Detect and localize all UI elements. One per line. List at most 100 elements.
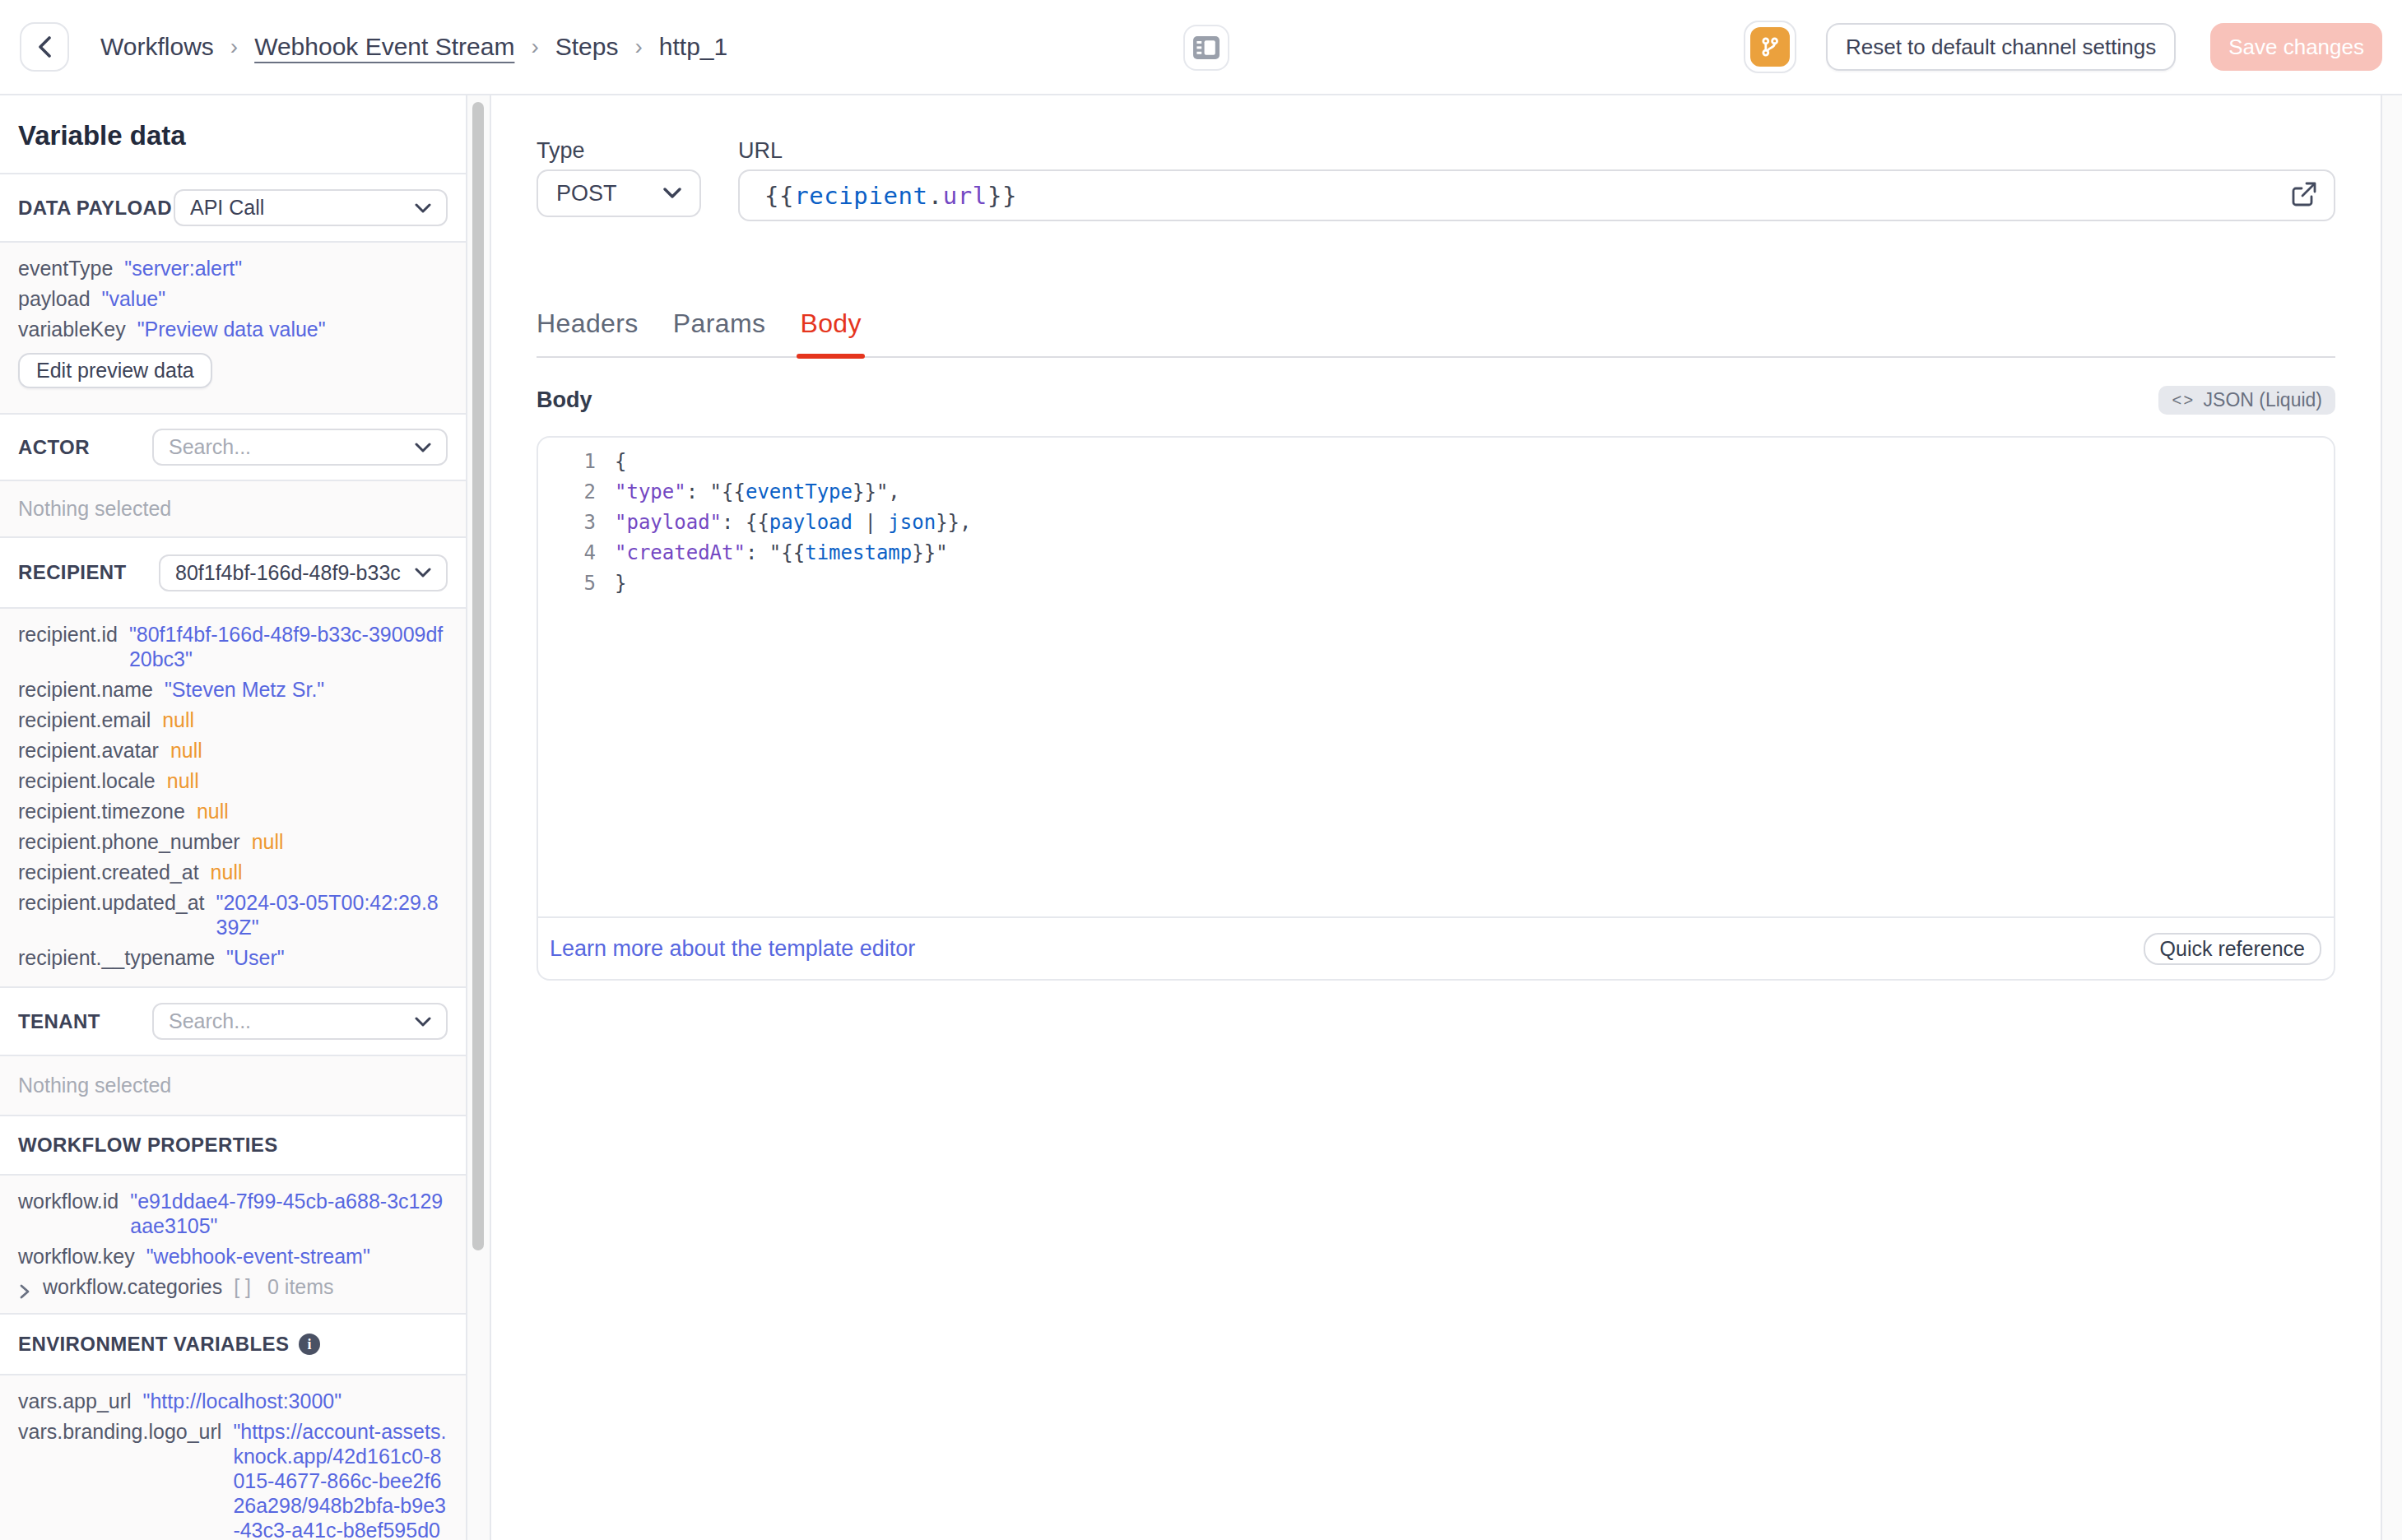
line-number: 5 [538, 568, 596, 599]
data-payload-select[interactable]: API Call [174, 189, 448, 226]
chevron-right-icon[interactable] [18, 1279, 31, 1304]
actor-empty-state: Nothing selected [0, 481, 466, 538]
kv-key: recipient.email [18, 707, 151, 732]
variable-data-sidebar: Variable data DATA PAYLOAD API Call even… [0, 95, 466, 1540]
back-button[interactable] [20, 22, 69, 72]
kv-value: "http://localhost:3000" [143, 1389, 342, 1413]
kv-row: recipient.localenull [18, 768, 448, 793]
url-label: URL [738, 138, 2335, 165]
reset-channel-settings-button[interactable]: Reset to default channel settings [1826, 23, 2176, 71]
kv-row: recipient.updated_at"2024-03-05T00:42:29… [18, 890, 448, 939]
code-icon: <> [2172, 391, 2195, 410]
workflow-values-section: workflow.id "e91ddae4-7f99-45cb-a688-3c12… [0, 1176, 466, 1315]
kv-value: null [197, 799, 229, 823]
kv-value: "value" [102, 286, 166, 311]
breadcrumb-workflows[interactable]: Workflows [100, 33, 214, 61]
type-field: Type POST [537, 138, 701, 221]
kv-value: null [162, 707, 194, 732]
code-line: 2"type": "{{eventType}}", [538, 477, 2334, 508]
tenant-label: TENANT [18, 1010, 100, 1033]
kv-row: workflow.categories[ ]0 items [18, 1274, 448, 1304]
recipient-row: RECIPIENT 80f1f4bf-166d-48f9-b33c [0, 538, 466, 609]
chevron-down-icon [415, 443, 431, 452]
line-number: 4 [538, 538, 596, 568]
url-field: URL {{recipient.url}} [738, 138, 2335, 221]
tenant-select[interactable]: Search... [152, 1003, 448, 1040]
code-editor[interactable]: 1{2"type": "{{eventType}}",3"payload": {… [538, 438, 2334, 918]
edit-preview-data-button[interactable]: Edit preview data [18, 353, 212, 388]
breadcrumb-webhook-event-stream[interactable]: Webhook Event Stream [254, 33, 514, 61]
breadcrumb-steps[interactable]: Steps [555, 33, 619, 61]
editor-footer: Learn more about the template editor Qui… [538, 918, 2334, 979]
actor-row: ACTOR Search... [0, 415, 466, 481]
chevron-down-icon [663, 188, 681, 199]
tab-headers[interactable]: Headers [537, 308, 639, 356]
kv-key: vars.branding.logo_url [18, 1419, 221, 1444]
kv-row: recipient.email null [18, 707, 448, 732]
external-link-icon[interactable] [2291, 181, 2317, 213]
git-branch-icon [1759, 36, 1781, 58]
code-line: 1{ [538, 447, 2334, 477]
commit-button[interactable] [1744, 21, 1796, 73]
kv-key: recipient.created_at [18, 860, 199, 884]
tenant-row: TENANT Search... [0, 988, 466, 1056]
save-changes-button[interactable]: Save changes [2210, 23, 2382, 71]
sidebar-toggle-button[interactable] [1183, 25, 1229, 71]
chevron-left-icon [37, 36, 52, 58]
kv-key: vars.app_url [18, 1389, 132, 1413]
panel-layout-icon [1193, 36, 1220, 59]
body-template-editor: 1{2"type": "{{eventType}}",3"payload": {… [537, 436, 2335, 981]
actor-label: ACTOR [18, 436, 90, 459]
main-scrollbar-track[interactable] [2381, 95, 2402, 1540]
kv-value: "e91ddae4-7f99-45cb-a688-3c129aae3105" [130, 1189, 448, 1238]
breadcrumb-separator: › [634, 34, 642, 60]
kv-key: workflow.id [18, 1189, 118, 1213]
kv-value: "User" [226, 945, 285, 970]
environment-values-section: vars.app_url "http://localhost:3000" vars.… [0, 1375, 466, 1540]
kv-row: payload"value" [18, 286, 448, 311]
kv-key: eventType [18, 256, 113, 281]
kv-row: recipient.phone_numbernull [18, 829, 448, 854]
kv-key: recipient.name [18, 677, 153, 702]
quick-reference-button[interactable]: Quick reference [2144, 933, 2321, 965]
kv-key: recipient.__typename [18, 945, 215, 970]
kv-row: workflow.key"webhook-event-stream" [18, 1244, 448, 1269]
kv-value: "2024-03-05T00:42:29.839Z" [216, 890, 448, 939]
recipient-label: RECIPIENT [18, 561, 127, 584]
breadcrumb-separator: › [531, 34, 538, 60]
kv-row: recipient.__typename "User" [18, 945, 448, 970]
kv-value: "Preview data value" [137, 317, 326, 341]
sidebar-scrollbar-thumb[interactable] [472, 102, 484, 1250]
brand-badge [1750, 27, 1790, 67]
workflow-properties-header: WORKFLOW PROPERTIES [0, 1116, 466, 1176]
tenant-empty-state: Nothing selected [0, 1056, 466, 1116]
kv-value: null [211, 860, 243, 884]
code-line: 5} [538, 568, 2334, 599]
tab-body[interactable]: Body [800, 308, 862, 356]
info-icon[interactable]: i [299, 1334, 320, 1355]
breadcrumb-separator: › [230, 34, 238, 60]
chevron-down-icon [415, 203, 431, 213]
sidebar-scrollbar[interactable] [466, 95, 491, 1540]
header-actions: Reset to default channel settings Save c… [1744, 21, 2382, 73]
actor-select[interactable]: Search... [152, 429, 448, 466]
environment-variables-header: ENVIRONMENT VARIABLES i [0, 1315, 466, 1375]
tab-params[interactable]: Params [673, 308, 766, 356]
request-tabs: Headers Params Body [537, 308, 2335, 358]
kv-value: "80f1f4bf-166d-48f9-b33c-39009df20bc3" [129, 622, 448, 671]
kv-key: recipient.timezone [18, 799, 185, 823]
kv-row: recipient.created_at null [18, 860, 448, 884]
chevron-down-icon [415, 568, 431, 578]
kv-row: recipient.avatarnull [18, 738, 448, 763]
url-input[interactable]: {{recipient.url}} [738, 169, 2335, 221]
empty-array-brackets: [ ] [234, 1274, 251, 1299]
type-label: Type [537, 138, 701, 165]
method-select[interactable]: POST [537, 169, 701, 217]
kv-value: "server:alert" [124, 256, 242, 281]
code-line: 4"createdAt": "{{timestamp}}" [538, 538, 2334, 568]
body-section-label: Body [537, 387, 592, 413]
template-editor-docs-link[interactable]: Learn more about the template editor [550, 936, 915, 962]
kv-row: workflow.id "e91ddae4-7f99-45cb-a688-3c12… [18, 1189, 448, 1238]
recipient-select[interactable]: 80f1f4bf-166d-48f9-b33c [159, 554, 448, 591]
kv-value: null [167, 768, 199, 793]
